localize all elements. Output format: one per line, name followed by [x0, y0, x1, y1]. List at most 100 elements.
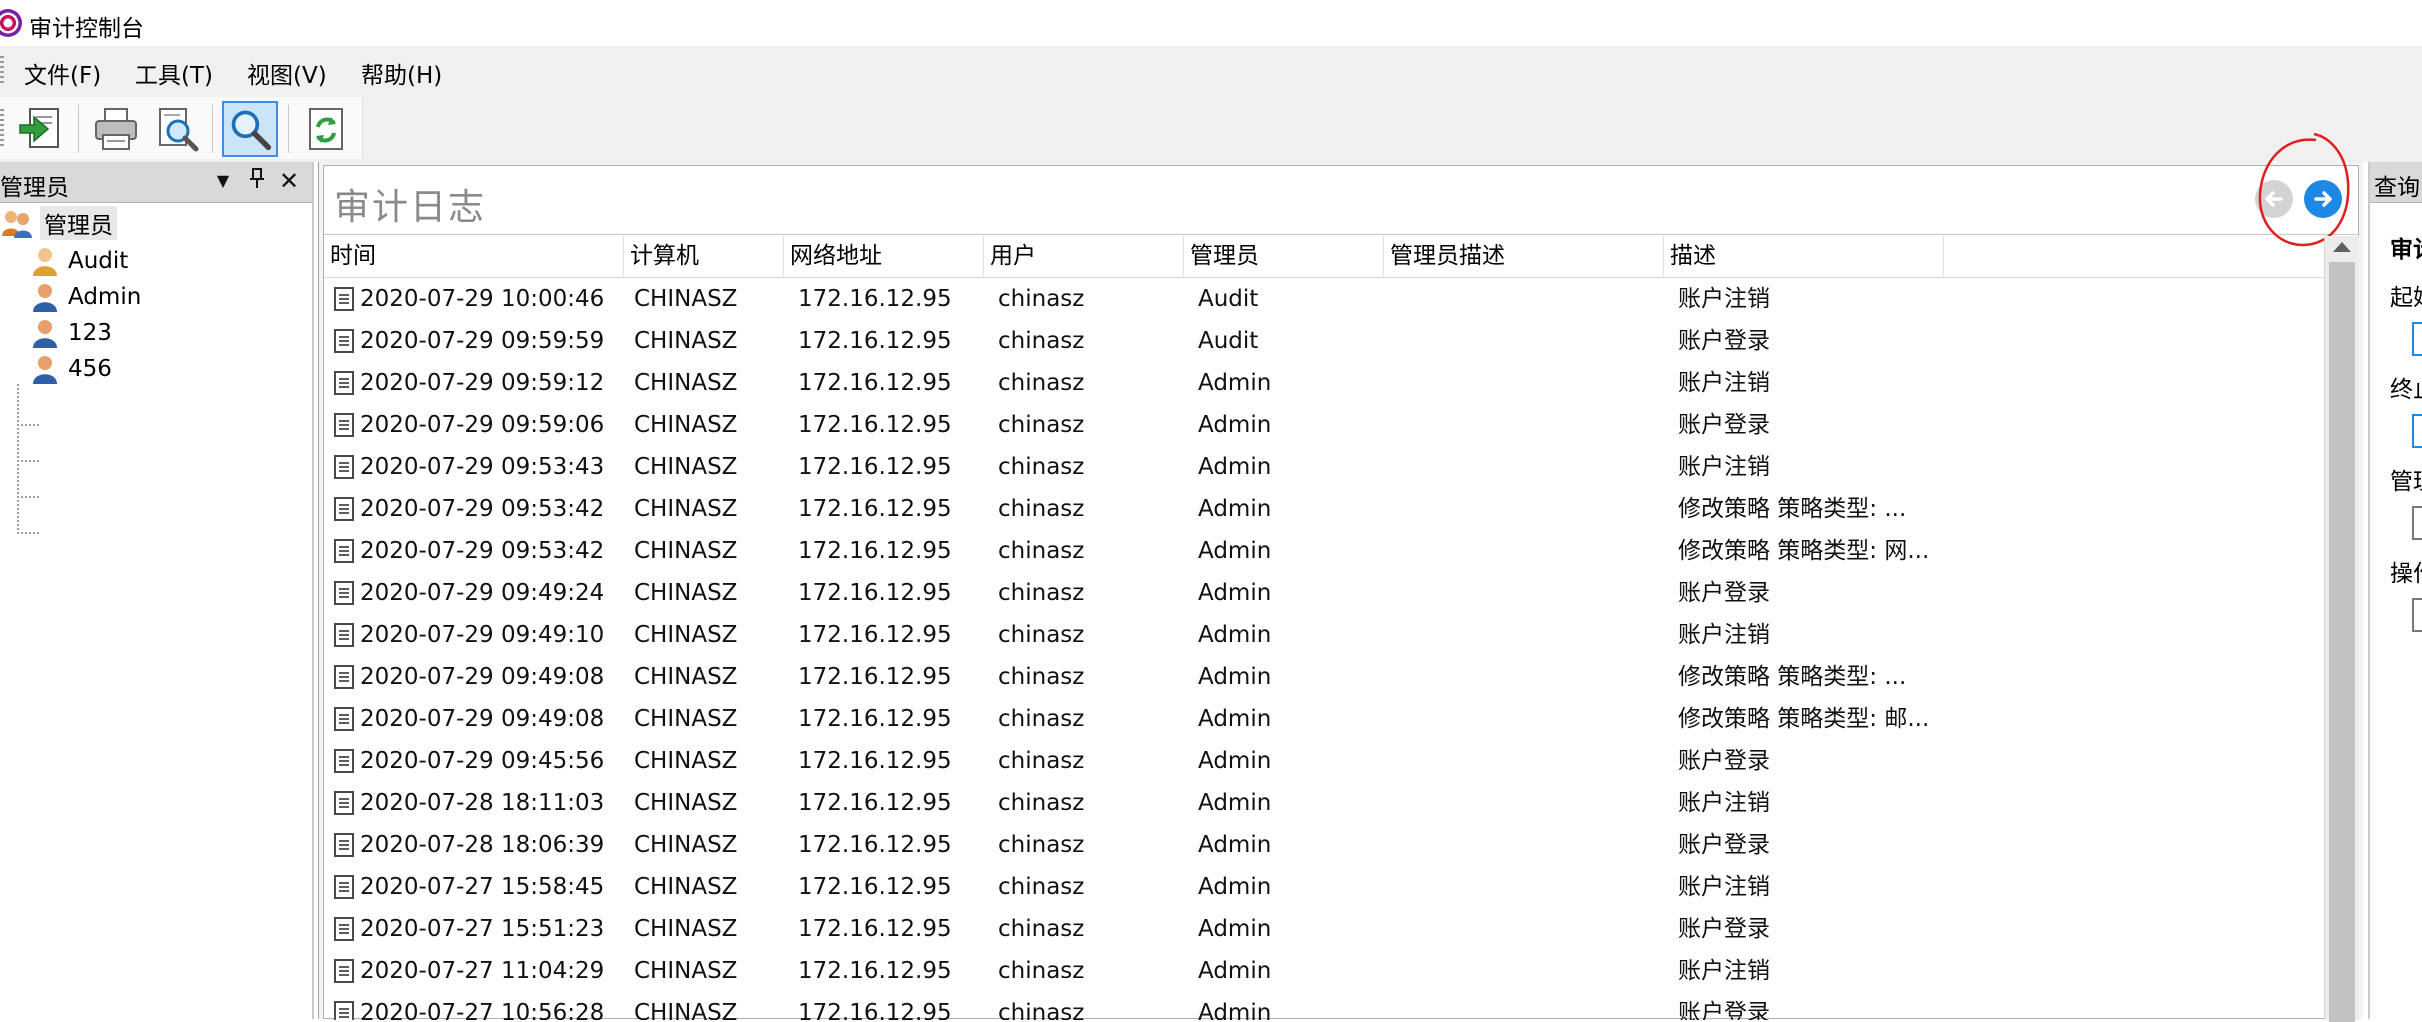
cell-admin: Admin	[1198, 748, 1272, 774]
cell-time: 2020-07-29 09:53:42	[360, 496, 605, 522]
column-header-network-address[interactable]: 网络地址	[784, 236, 984, 277]
tree-connector	[17, 384, 19, 534]
cell-network-address: 172.16.12.95	[798, 454, 952, 480]
print-preview-button[interactable]	[148, 101, 204, 157]
admin-filter-field[interactable]	[2412, 506, 2422, 540]
cell-user: chinasz	[998, 286, 1085, 312]
end-time-field[interactable]	[2412, 414, 2422, 448]
cell-time: 2020-07-29 09:53:43	[360, 454, 605, 480]
scrollbar-thumb[interactable]	[2329, 262, 2355, 1022]
dropdown-icon[interactable]: ▼	[210, 167, 236, 195]
menu-tools[interactable]: 工具(T)	[132, 56, 216, 90]
next-page-button[interactable]	[2304, 180, 2342, 218]
cell-description: 账户登录	[1678, 412, 1770, 438]
cell-admin: Admin	[1198, 454, 1272, 480]
cell-time: 2020-07-29 10:00:46	[360, 286, 605, 312]
table-row[interactable]: 2020-07-28 18:11:03 CHINASZ 172.16.12.95 ch…	[324, 782, 2324, 824]
table-row[interactable]: 2020-07-27 11:04:29 CHINASZ 172.16.12.95 ch…	[324, 950, 2324, 992]
tree-connector	[17, 496, 39, 498]
toolbar-separator	[212, 105, 213, 153]
table-row[interactable]: 2020-07-29 09:59:06 CHINASZ 172.16.12.95 ch…	[324, 404, 2324, 446]
table-row[interactable]: 2020-07-29 09:49:08 CHINASZ 172.16.12.95 ch…	[324, 698, 2324, 740]
cell-network-address: 172.16.12.95	[798, 286, 952, 312]
start-time-label: 起始	[2390, 285, 2422, 311]
tree-node-root[interactable]: 管理员	[0, 206, 117, 240]
table-row[interactable]: 2020-07-29 09:49:08 CHINASZ 172.16.12.95 ch…	[324, 656, 2324, 698]
table-row[interactable]: 2020-07-27 15:58:45 CHINASZ 172.16.12.95 ch…	[324, 866, 2324, 908]
scroll-up-icon[interactable]	[2333, 242, 2351, 252]
table-row[interactable]: 2020-07-29 09:53:42 CHINASZ 172.16.12.95 ch…	[324, 530, 2324, 572]
cell-user: chinasz	[998, 748, 1085, 774]
cell-admin-description	[1398, 320, 1660, 362]
tree-node-admin[interactable]: Admin	[32, 280, 141, 314]
pin-icon[interactable]	[244, 167, 270, 195]
print-button[interactable]	[88, 101, 144, 157]
tree-connector	[17, 532, 39, 534]
arrow-left-icon	[2265, 191, 2283, 207]
title-bar: 审计控制台	[0, 0, 2422, 46]
search-button[interactable]	[222, 101, 278, 157]
menu-grip[interactable]	[0, 56, 4, 84]
table-row[interactable]: 2020-07-29 09:53:42 CHINASZ 172.16.12.95 ch…	[324, 488, 2324, 530]
tree-node-label: Audit	[68, 248, 129, 274]
import-icon	[19, 108, 59, 148]
column-header-time[interactable]: 时间	[324, 236, 624, 277]
table-row[interactable]: 2020-07-29 10:00:46 CHINASZ 172.16.12.95 ch…	[324, 278, 2324, 320]
log-entry-icon	[334, 791, 354, 815]
audit-log-header: 审计日志	[324, 132, 2358, 247]
cell-computer: CHINASZ	[634, 664, 738, 690]
tree-node-label: 管理员	[40, 206, 117, 240]
cell-network-address: 172.16.12.95	[798, 1000, 952, 1020]
log-entry-icon	[334, 623, 354, 647]
table-row[interactable]: 2020-07-29 09:53:43 CHINASZ 172.16.12.95 ch…	[324, 446, 2324, 488]
cell-admin-description	[1398, 824, 1660, 866]
table-row[interactable]: 2020-07-29 09:59:12 CHINASZ 172.16.12.95 ch…	[324, 362, 2324, 404]
table-row[interactable]: 2020-07-28 18:06:39 CHINASZ 172.16.12.95 ch…	[324, 824, 2324, 866]
log-entry-icon	[334, 665, 354, 689]
cell-time: 2020-07-29 09:45:56	[360, 748, 605, 774]
cell-time: 2020-07-29 09:49:10	[360, 622, 605, 648]
cell-computer: CHINASZ	[634, 328, 738, 354]
query-pane-title: 查询	[2374, 175, 2420, 201]
query-section-label: 审计	[2390, 237, 2422, 263]
close-icon[interactable]: ✕	[276, 167, 302, 195]
menu-help[interactable]: 帮助(H)	[358, 56, 445, 90]
table-row[interactable]: 2020-07-27 10:56:28 CHINASZ 172.16.12.95 ch…	[324, 992, 2324, 1020]
tree-node-audit[interactable]: Audit	[32, 244, 128, 278]
table-row[interactable]: 2020-07-29 09:49:10 CHINASZ 172.16.12.95 ch…	[324, 614, 2324, 656]
toolbar-grip[interactable]	[0, 109, 4, 149]
tree-connector	[17, 424, 39, 426]
cell-admin: Admin	[1198, 370, 1272, 396]
cell-description: 账户注销	[1678, 958, 1770, 984]
cell-time: 2020-07-27 15:51:23	[360, 916, 605, 942]
previous-page-button[interactable]	[2255, 180, 2293, 218]
tree-node-456[interactable]: 456	[32, 352, 112, 386]
import-button[interactable]	[12, 101, 68, 157]
table-row[interactable]: 2020-07-29 09:49:24 CHINASZ 172.16.12.95 ch…	[324, 572, 2324, 614]
start-time-field[interactable]	[2412, 322, 2422, 356]
menu-view[interactable]: 视图(V)	[244, 56, 330, 90]
arrow-right-icon	[2314, 191, 2332, 207]
column-header-admin-description[interactable]: 管理员描述	[1384, 236, 1664, 277]
operation-filter-field[interactable]	[2412, 598, 2422, 632]
refresh-button[interactable]	[298, 101, 354, 157]
refresh-icon	[309, 108, 343, 150]
column-header-admin[interactable]: 管理员	[1184, 236, 1384, 277]
column-header-user[interactable]: 用户	[984, 236, 1184, 277]
table-row[interactable]: 2020-07-29 09:45:56 CHINASZ 172.16.12.95 ch…	[324, 740, 2324, 782]
cell-computer: CHINASZ	[634, 622, 738, 648]
cell-computer: CHINASZ	[634, 832, 738, 858]
audit-log-panel: 审计日志 时间 计算机 网络地址 用户 管理员 管理员描述 描述 2020-07-29 10…	[323, 132, 2359, 1022]
cell-description: 账户登录	[1678, 328, 1770, 354]
cell-time: 2020-07-27 10:56:28	[360, 1000, 605, 1020]
vertical-scrollbar[interactable]	[2324, 236, 2359, 1022]
cell-network-address: 172.16.12.95	[798, 622, 952, 648]
tree-node-123[interactable]: 123	[32, 316, 112, 350]
table-row[interactable]: 2020-07-29 09:59:59 CHINASZ 172.16.12.95 ch…	[324, 320, 2324, 362]
window-title: 审计控制台	[29, 16, 144, 42]
menu-file[interactable]: 文件(F)	[21, 56, 104, 90]
table-row[interactable]: 2020-07-27 15:51:23 CHINASZ 172.16.12.95 ch…	[324, 908, 2324, 950]
column-header-computer[interactable]: 计算机	[624, 236, 784, 277]
column-header-description[interactable]: 描述	[1664, 236, 1944, 277]
log-entry-icon	[334, 539, 354, 563]
